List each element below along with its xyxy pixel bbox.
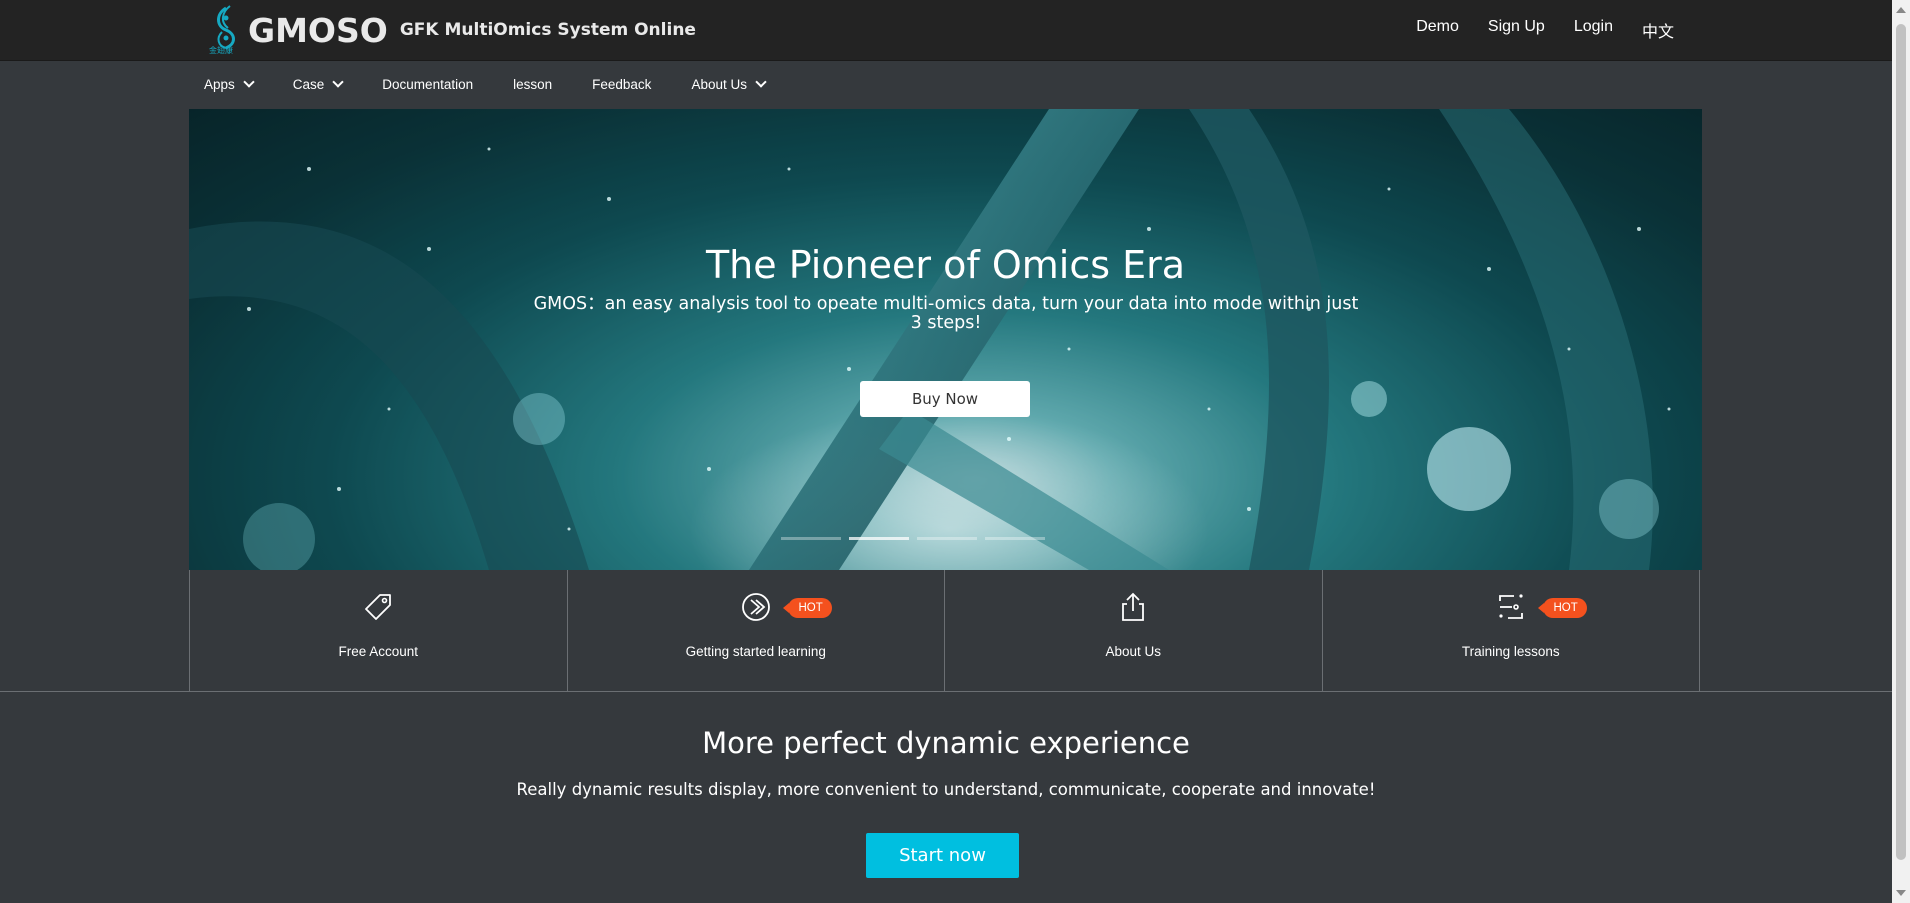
hero-subtitle: GMOS：an easy analysis tool to opeate mul… (533, 294, 1359, 333)
top-links: Demo Sign Up Login 中文 (1387, 18, 1674, 42)
nav-item-lesson[interactable]: lesson (513, 77, 552, 92)
feature-getting-started[interactable]: HOT Getting started learning (568, 570, 945, 691)
feature-label: About Us (1105, 644, 1162, 659)
hot-badge: HOT (782, 598, 832, 618)
nav-item-about-us[interactable]: About Us (691, 76, 767, 92)
sign-up-link[interactable]: Sign Up (1488, 18, 1545, 42)
carousel-indicator[interactable] (985, 537, 1045, 540)
hot-badge: HOT (1537, 598, 1587, 618)
nav-item-label: Apps (204, 77, 235, 92)
tag-icon (365, 594, 392, 620)
logo-mark-text: 金翅康 (209, 46, 233, 55)
start-now-button[interactable]: Start now (866, 833, 1019, 878)
page: 金翅康 GMOSO GFK MultiOmics System Online D… (0, 0, 1892, 903)
logo-text: GMOSO (248, 10, 388, 50)
carousel-indicator[interactable] (917, 537, 977, 540)
nav-item-label: Case (292, 77, 325, 92)
nav-item-documentation[interactable]: Documentation (382, 77, 473, 92)
section-title: More perfect dynamic experience (702, 726, 1190, 760)
chevron-down-icon (332, 76, 344, 88)
carousel-indicators (781, 537, 1053, 540)
feature-label: Getting started learning (685, 644, 826, 659)
logo[interactable]: 金翅康 GMOSO GFK MultiOmics System Online (208, 4, 696, 56)
lessons-icon (1498, 594, 1523, 619)
section-divider (0, 691, 1892, 692)
nav-item-label: About Us (691, 77, 747, 92)
vertical-scrollbar[interactable] (1892, 0, 1910, 903)
section-subtitle: Really dynamic results display, more con… (516, 780, 1376, 799)
demo-link[interactable]: Demo (1416, 18, 1459, 42)
scroll-up-icon[interactable] (1896, 7, 1906, 13)
nav-item-feedback[interactable]: Feedback (592, 77, 651, 92)
share-icon (1122, 592, 1145, 621)
learning-icon (741, 593, 770, 621)
scroll-thumb[interactable] (1896, 24, 1906, 860)
feature-about-us[interactable]: About Us (945, 570, 1323, 691)
scroll-down-icon[interactable] (1896, 890, 1906, 896)
language-link[interactable]: 中文 (1642, 18, 1674, 42)
nav-item-label: Feedback (592, 77, 652, 92)
buy-now-button[interactable]: Buy Now (860, 381, 1030, 417)
feature-free-account[interactable]: Free Account (190, 570, 568, 691)
nav-item-label: Documentation (382, 77, 474, 92)
feature-label: Free Account (338, 644, 419, 659)
dna-background-image (189, 109, 1702, 570)
nav-item-apps[interactable]: Apps (204, 76, 255, 92)
chevron-down-icon (243, 76, 255, 88)
top-bar: 金翅康 GMOSO GFK MultiOmics System Online D… (0, 0, 1892, 61)
nav-item-case[interactable]: Case (292, 76, 344, 92)
chevron-down-icon (755, 76, 767, 88)
site-subtitle: GFK MultiOmics System Online (399, 20, 696, 40)
logo-mark-icon: 金翅康 (208, 4, 244, 56)
feature-cards: Free Account HOT Getting started learnin… (189, 570, 1700, 691)
hero-title: The Pioneer of Omics Era (705, 243, 1186, 287)
nav-item-label: lesson (513, 77, 553, 92)
hero-carousel: The Pioneer of Omics Era GMOS：an easy an… (189, 109, 1702, 570)
feature-label: Training lessons (1461, 644, 1560, 659)
carousel-indicator[interactable] (849, 537, 909, 540)
login-link[interactable]: Login (1574, 18, 1613, 42)
carousel-indicator[interactable] (781, 537, 841, 540)
feature-training-lessons[interactable]: HOT Training lessons (1323, 570, 1700, 691)
main-nav: Apps Case Documentation lesson Feedback … (0, 61, 1892, 109)
